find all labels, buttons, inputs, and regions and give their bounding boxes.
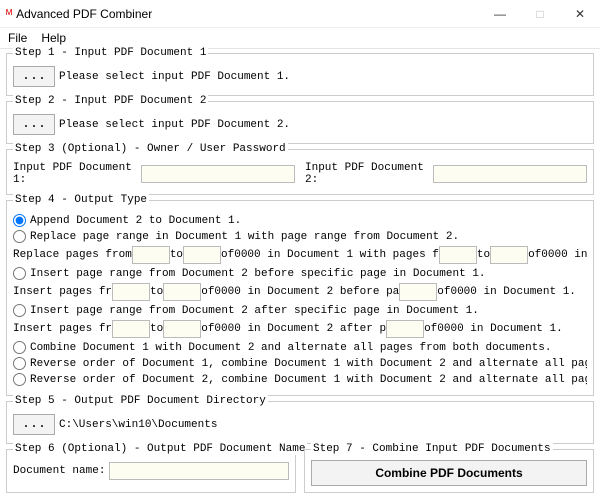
step1-browse-button[interactable]: ... — [13, 66, 55, 87]
radio-replace[interactable] — [13, 230, 26, 243]
step4-legend: Step 4 - Output Type — [13, 194, 149, 206]
step6-group: Step 6 (Optional) - Output PDF Document … — [6, 449, 296, 493]
insb-from-input[interactable] — [112, 283, 150, 301]
insb-a: Insert pages fr — [13, 286, 112, 298]
label-replace: Replace page range in Document 1 with pa… — [30, 231, 459, 243]
label-rev1: Reverse order of Document 1, combine Doc… — [30, 358, 587, 370]
replace-text-e: of0000 in Document 2. — [528, 249, 587, 261]
insb-b: to — [150, 286, 163, 298]
step5-group: Step 5 - Output PDF Document Directory .… — [6, 401, 594, 444]
insa-a: Insert pages fr — [13, 323, 112, 335]
label-append: Append Document 2 to Document 1. — [30, 215, 241, 227]
step5-browse-button[interactable]: ... — [13, 414, 55, 435]
step1-legend: Step 1 - Input PDF Document 1 — [13, 47, 208, 59]
replace-text-c: of0000 in Document 1 with pages f — [221, 249, 439, 261]
step6-legend: Step 6 (Optional) - Output PDF Document … — [13, 443, 307, 455]
insb-to-input[interactable] — [163, 283, 201, 301]
step3-password2-input[interactable] — [433, 165, 587, 183]
radio-rev2[interactable] — [13, 373, 26, 386]
step3-label2: Input PDF Document 2: — [305, 162, 429, 186]
label-insert-before: Insert page range from Document 2 before… — [30, 268, 485, 280]
step1-placeholder: Please select input PDF Document 1. — [59, 71, 290, 83]
menu-file[interactable]: File — [8, 31, 27, 45]
replace-to2-input[interactable] — [490, 246, 528, 264]
replace-text-d: to — [477, 249, 490, 261]
step6-label: Document name: — [13, 465, 105, 477]
step5-legend: Step 5 - Output PDF Document Directory — [13, 395, 268, 407]
replace-text-b: to — [170, 249, 183, 261]
step2-browse-button[interactable]: ... — [13, 114, 55, 135]
insb-page-input[interactable] — [399, 283, 437, 301]
insa-b: to — [150, 323, 163, 335]
replace-from2-input[interactable] — [439, 246, 477, 264]
step3-group: Step 3 (Optional) - Owner / User Passwor… — [6, 149, 594, 195]
minimize-button[interactable]: — — [480, 0, 520, 28]
step3-label1: Input PDF Document 1: — [13, 162, 137, 186]
step5-path: C:\Users\win10\Documents — [59, 419, 217, 431]
step2-legend: Step 2 - Input PDF Document 2 — [13, 95, 208, 107]
app-icon: ᴹ — [6, 7, 12, 21]
insa-c: of0000 in Document 2 after p — [201, 323, 386, 335]
radio-insert-after[interactable] — [13, 304, 26, 317]
insb-d: of0000 in Document 1. — [437, 286, 576, 298]
step7-group: Step 7 - Combine Input PDF Documents Com… — [304, 449, 594, 493]
insb-c: of0000 in Document 2 before pa — [201, 286, 399, 298]
step3-legend: Step 3 (Optional) - Owner / User Passwor… — [13, 143, 288, 155]
combine-button[interactable]: Combine PDF Documents — [311, 460, 587, 486]
radio-append[interactable] — [13, 214, 26, 227]
step2-placeholder: Please select input PDF Document 2. — [59, 119, 290, 131]
radio-insert-before[interactable] — [13, 267, 26, 280]
insa-page-input[interactable] — [386, 320, 424, 338]
menu-bar: File Help — [0, 28, 600, 49]
label-insert-after: Insert page range from Document 2 after … — [30, 305, 479, 317]
insa-d: of0000 in Document 1. — [424, 323, 563, 335]
label-combine-alt: Combine Document 1 with Document 2 and a… — [30, 342, 552, 354]
step6-docname-input[interactable] — [109, 462, 289, 480]
close-button[interactable]: ✕ — [560, 0, 600, 28]
replace-to1-input[interactable] — [183, 246, 221, 264]
step1-group: Step 1 - Input PDF Document 1 ... Please… — [6, 53, 594, 96]
menu-help[interactable]: Help — [41, 31, 66, 45]
radio-combine-alt[interactable] — [13, 341, 26, 354]
title-bar: ᴹ Advanced PDF Combiner — □ ✕ — [0, 0, 600, 28]
step3-password1-input[interactable] — [141, 165, 295, 183]
replace-from1-input[interactable] — [132, 246, 170, 264]
label-rev2: Reverse order of Document 2, combine Doc… — [30, 374, 587, 386]
step2-group: Step 2 - Input PDF Document 2 ... Please… — [6, 101, 594, 144]
radio-rev1[interactable] — [13, 357, 26, 370]
step4-group: Step 4 - Output Type Append Document 2 t… — [6, 200, 594, 396]
insa-to-input[interactable] — [163, 320, 201, 338]
insa-from-input[interactable] — [112, 320, 150, 338]
maximize-button[interactable]: □ — [520, 0, 560, 28]
replace-text-a: Replace pages from — [13, 249, 132, 261]
step7-legend: Step 7 - Combine Input PDF Documents — [311, 443, 553, 455]
window-title: Advanced PDF Combiner — [16, 7, 480, 21]
